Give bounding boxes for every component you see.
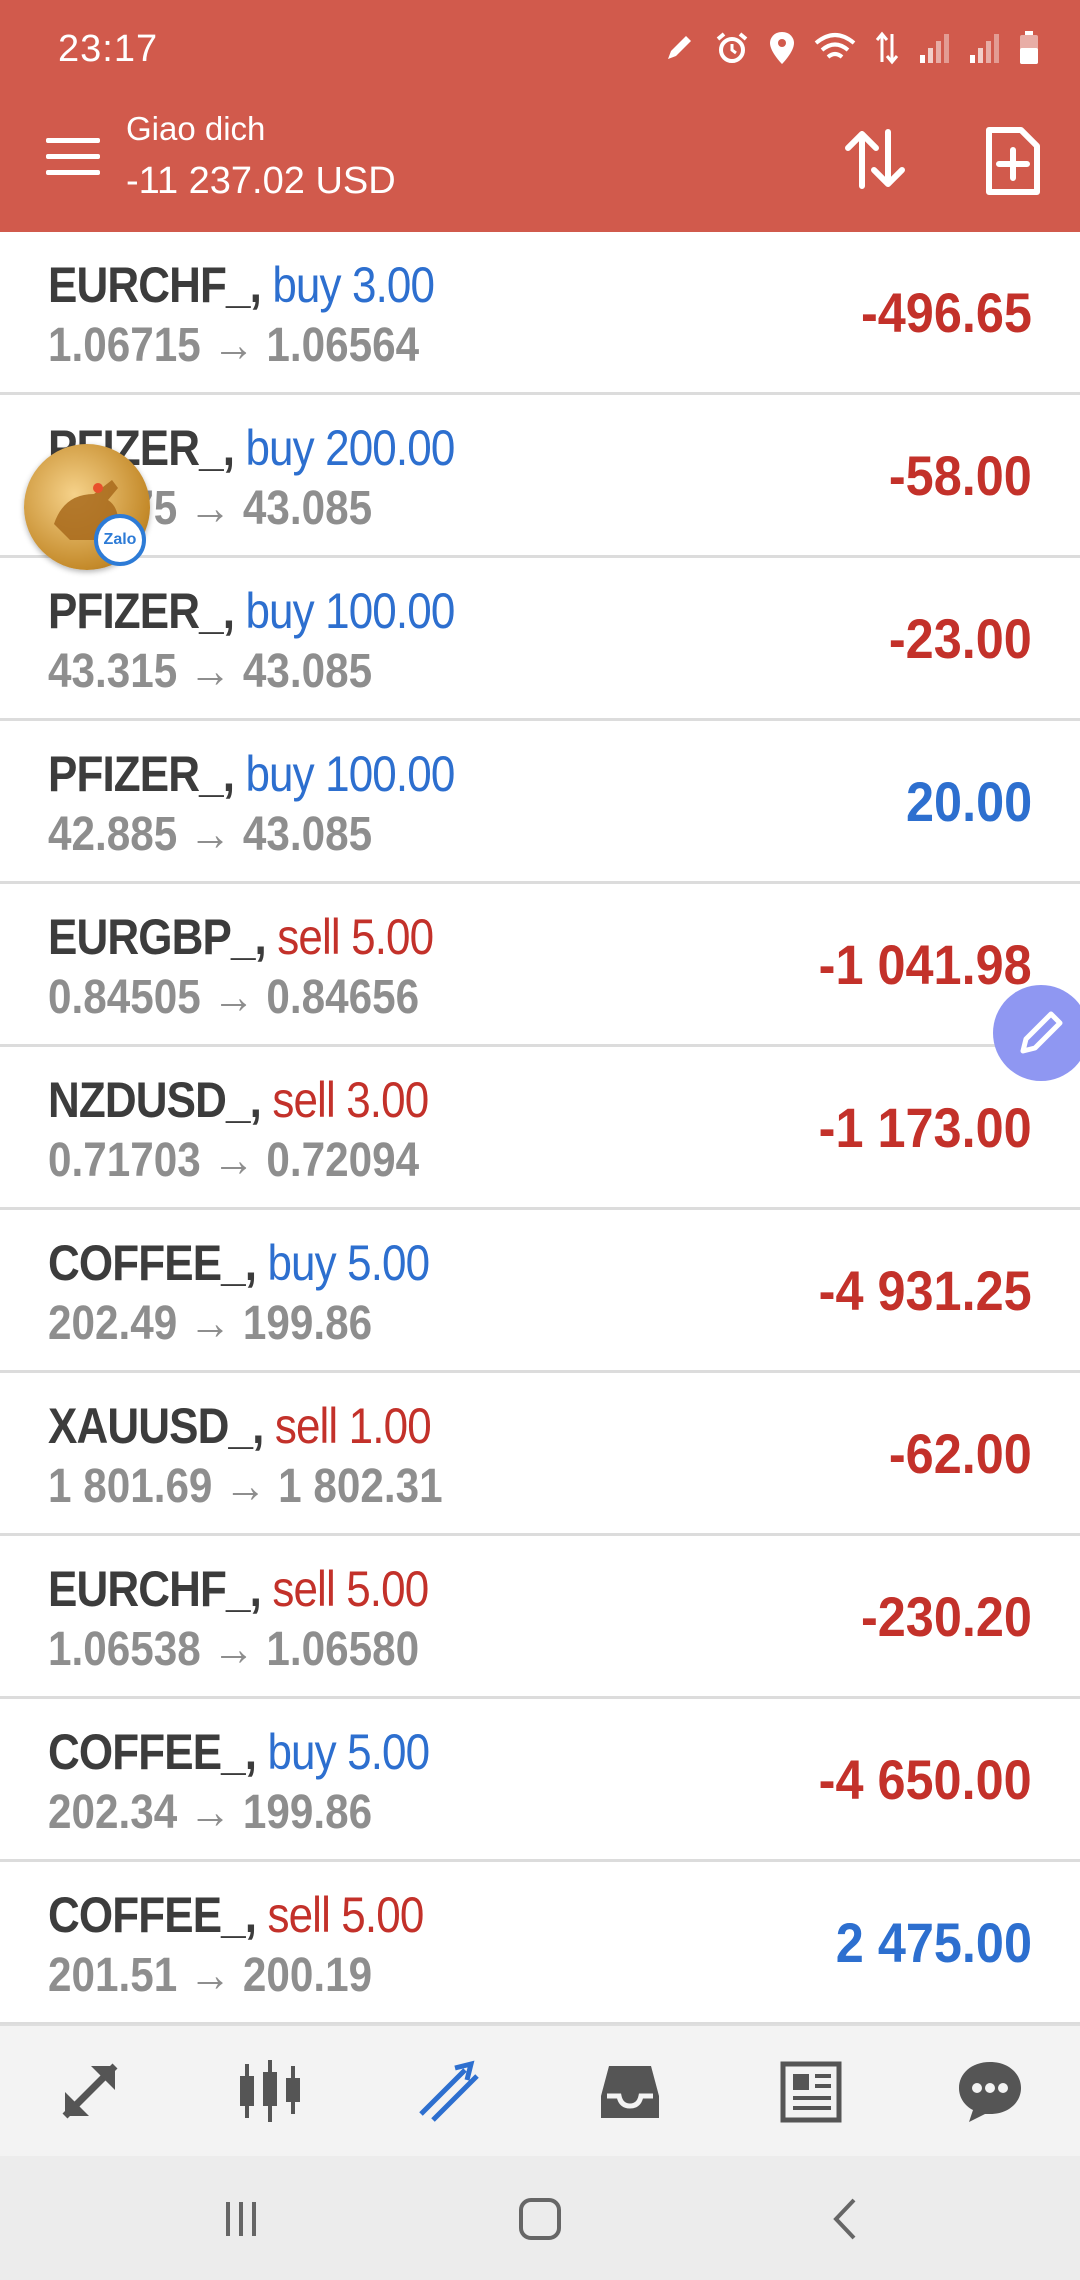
edit-icon: [1020, 1011, 1063, 1054]
nav-news[interactable]: [765, 2046, 855, 2136]
position-volume: sell 1.00: [274, 1398, 432, 1454]
position-profit: -58.00: [889, 444, 1032, 507]
app-bar: 23:17 Giao dich -11 237.02 USD: [0, 0, 1080, 232]
new-order-icon: [986, 127, 1040, 195]
position-volume: sell 5.00: [267, 1887, 424, 1943]
data-arrows-icon: [875, 31, 899, 65]
trade-chart-icon: [419, 2060, 479, 2122]
battery-icon: [1020, 31, 1038, 64]
position-volume: buy 3.00: [272, 257, 435, 313]
position-profit: -4 931.25: [819, 1259, 1032, 1322]
signal-icon: [970, 34, 999, 63]
position-row[interactable]: COFFEE_, sell 5.00 201.51 → 200.19 2 475…: [0, 1862, 1080, 2025]
position-symbol: EURCHF_, sell 5.00: [48, 1561, 429, 1617]
position-volume: buy 100.00: [245, 583, 455, 639]
position-symbol: PFIZER_, buy 100.00: [48, 746, 455, 802]
nav-chart[interactable]: [225, 2046, 315, 2136]
alarm-icon: [716, 32, 748, 63]
bottom-nav: [0, 2024, 1080, 2156]
nav-chat[interactable]: [945, 2046, 1035, 2136]
chat-icon: [959, 2062, 1021, 2122]
position-profit: -496.65: [861, 281, 1032, 344]
position-prices: 42.885 → 43.085: [48, 808, 373, 861]
position-prices: 202.49 → 199.86: [48, 1297, 373, 1350]
system-nav-bar: [0, 2156, 1080, 2280]
position-volume: buy 5.00: [267, 1235, 430, 1291]
position-prices: 1.06715 → 1.06564: [48, 319, 420, 372]
back-button[interactable]: [810, 2184, 880, 2254]
position-row[interactable]: NZDUSD_, sell 3.00 0.71703 → 0.72094 -1 …: [0, 1047, 1080, 1210]
wifi-icon: [814, 33, 856, 59]
nav-history[interactable]: [585, 2046, 675, 2136]
position-row[interactable]: COFFEE_, buy 5.00 202.49 → 199.86 -4 931…: [0, 1210, 1080, 1373]
position-symbol: NZDUSD_, sell 3.00: [48, 1072, 429, 1128]
signal-icon: [920, 34, 949, 63]
position-profit: -23.00: [889, 607, 1032, 670]
zalo-badge: Zalo: [94, 514, 146, 566]
inbox-icon: [601, 2066, 659, 2118]
page-title: Giao dich: [126, 110, 266, 147]
position-row[interactable]: EURGBP_, sell 5.00 0.84505 → 0.84656 -1 …: [0, 884, 1080, 1047]
edit-floating-button[interactable]: [993, 985, 1080, 1081]
position-symbol: EURCHF_, buy 3.00: [48, 257, 435, 313]
position-volume: sell 3.00: [272, 1072, 429, 1128]
position-volume: buy 100.00: [245, 746, 455, 802]
pen-icon: [668, 36, 691, 59]
recents-icon: [226, 2202, 256, 2236]
position-row[interactable]: PFIZER_, buy 100.00 43.315 → 43.085 -23.…: [0, 558, 1080, 721]
position-row[interactable]: COFFEE_, buy 5.00 202.34 → 199.86 -4 650…: [0, 1699, 1080, 1862]
position-row[interactable]: XAUUSD_, sell 1.00 1 801.69 → 1 802.31 -…: [0, 1373, 1080, 1536]
position-prices: 43.315 → 43.085: [48, 645, 373, 698]
balance-value: -11 237.02 USD: [126, 160, 396, 202]
position-prices: 0.71703 → 0.72094: [48, 1134, 420, 1187]
positions-list: EURCHF_, buy 3.00 1.06715 → 1.06564 -496…: [0, 232, 1080, 2025]
candlestick-icon: [240, 2060, 300, 2122]
location-icon: [770, 32, 794, 64]
position-prices: 1.06538 → 1.06580: [48, 1623, 420, 1676]
position-row[interactable]: EURCHF_, buy 3.00 1.06715 → 1.06564 -496…: [0, 232, 1080, 395]
position-symbol: PFIZER_, buy 100.00: [48, 583, 455, 639]
position-row[interactable]: EURCHF_, sell 5.00 1.06538 → 1.06580 -23…: [0, 1536, 1080, 1699]
position-volume: sell 5.00: [272, 1561, 429, 1617]
position-prices: 201.51 → 200.19: [48, 1949, 373, 2002]
position-symbol: COFFEE_, sell 5.00: [48, 1887, 424, 1943]
position-symbol: XAUUSD_, sell 1.00: [48, 1398, 432, 1454]
sort-icon: [845, 129, 905, 189]
position-profit: -62.00: [889, 1422, 1032, 1485]
status-time: 23:17: [58, 28, 159, 70]
zalo-chat-bubble[interactable]: Zalo: [24, 444, 150, 570]
home-button[interactable]: [505, 2184, 575, 2254]
position-prices: 202.34 → 199.86: [48, 1786, 373, 1839]
position-volume: sell 5.00: [277, 909, 434, 965]
newspaper-icon: [780, 2061, 842, 2123]
arrows-diagonal-icon: [62, 2063, 118, 2119]
position-prices: 1 801.69 → 1 802.31: [48, 1460, 443, 1513]
status-icons: [662, 30, 1040, 66]
position-volume: buy 200.00: [245, 420, 455, 476]
position-row[interactable]: PFIZER_, buy 200.00 43.375 → 43.085 -58.…: [0, 395, 1080, 558]
position-row[interactable]: PFIZER_, buy 100.00 42.885 → 43.085 20.0…: [0, 721, 1080, 884]
position-profit: -230.20: [861, 1585, 1032, 1648]
status-bar: 23:17: [0, 0, 1080, 100]
nav-quotes[interactable]: [45, 2046, 135, 2136]
position-profit: 2 475.00: [835, 1911, 1032, 1974]
position-profit: -1 173.00: [819, 1096, 1032, 1159]
position-symbol: EURGBP_, sell 5.00: [48, 909, 434, 965]
position-prices: 0.84505 → 0.84656: [48, 971, 420, 1024]
position-volume: buy 5.00: [267, 1724, 430, 1780]
new-order-button[interactable]: [985, 126, 1041, 196]
recents-button[interactable]: [206, 2184, 276, 2254]
nav-trade[interactable]: [405, 2046, 495, 2136]
back-icon: [833, 2198, 856, 2240]
position-symbol: COFFEE_, buy 5.00: [48, 1235, 430, 1291]
position-profit: -4 650.00: [819, 1748, 1032, 1811]
position-symbol: COFFEE_, buy 5.00: [48, 1724, 430, 1780]
sort-button[interactable]: [842, 126, 908, 192]
menu-button[interactable]: [46, 138, 100, 178]
home-icon: [519, 2198, 561, 2240]
position-profit: 20.00: [905, 770, 1032, 833]
